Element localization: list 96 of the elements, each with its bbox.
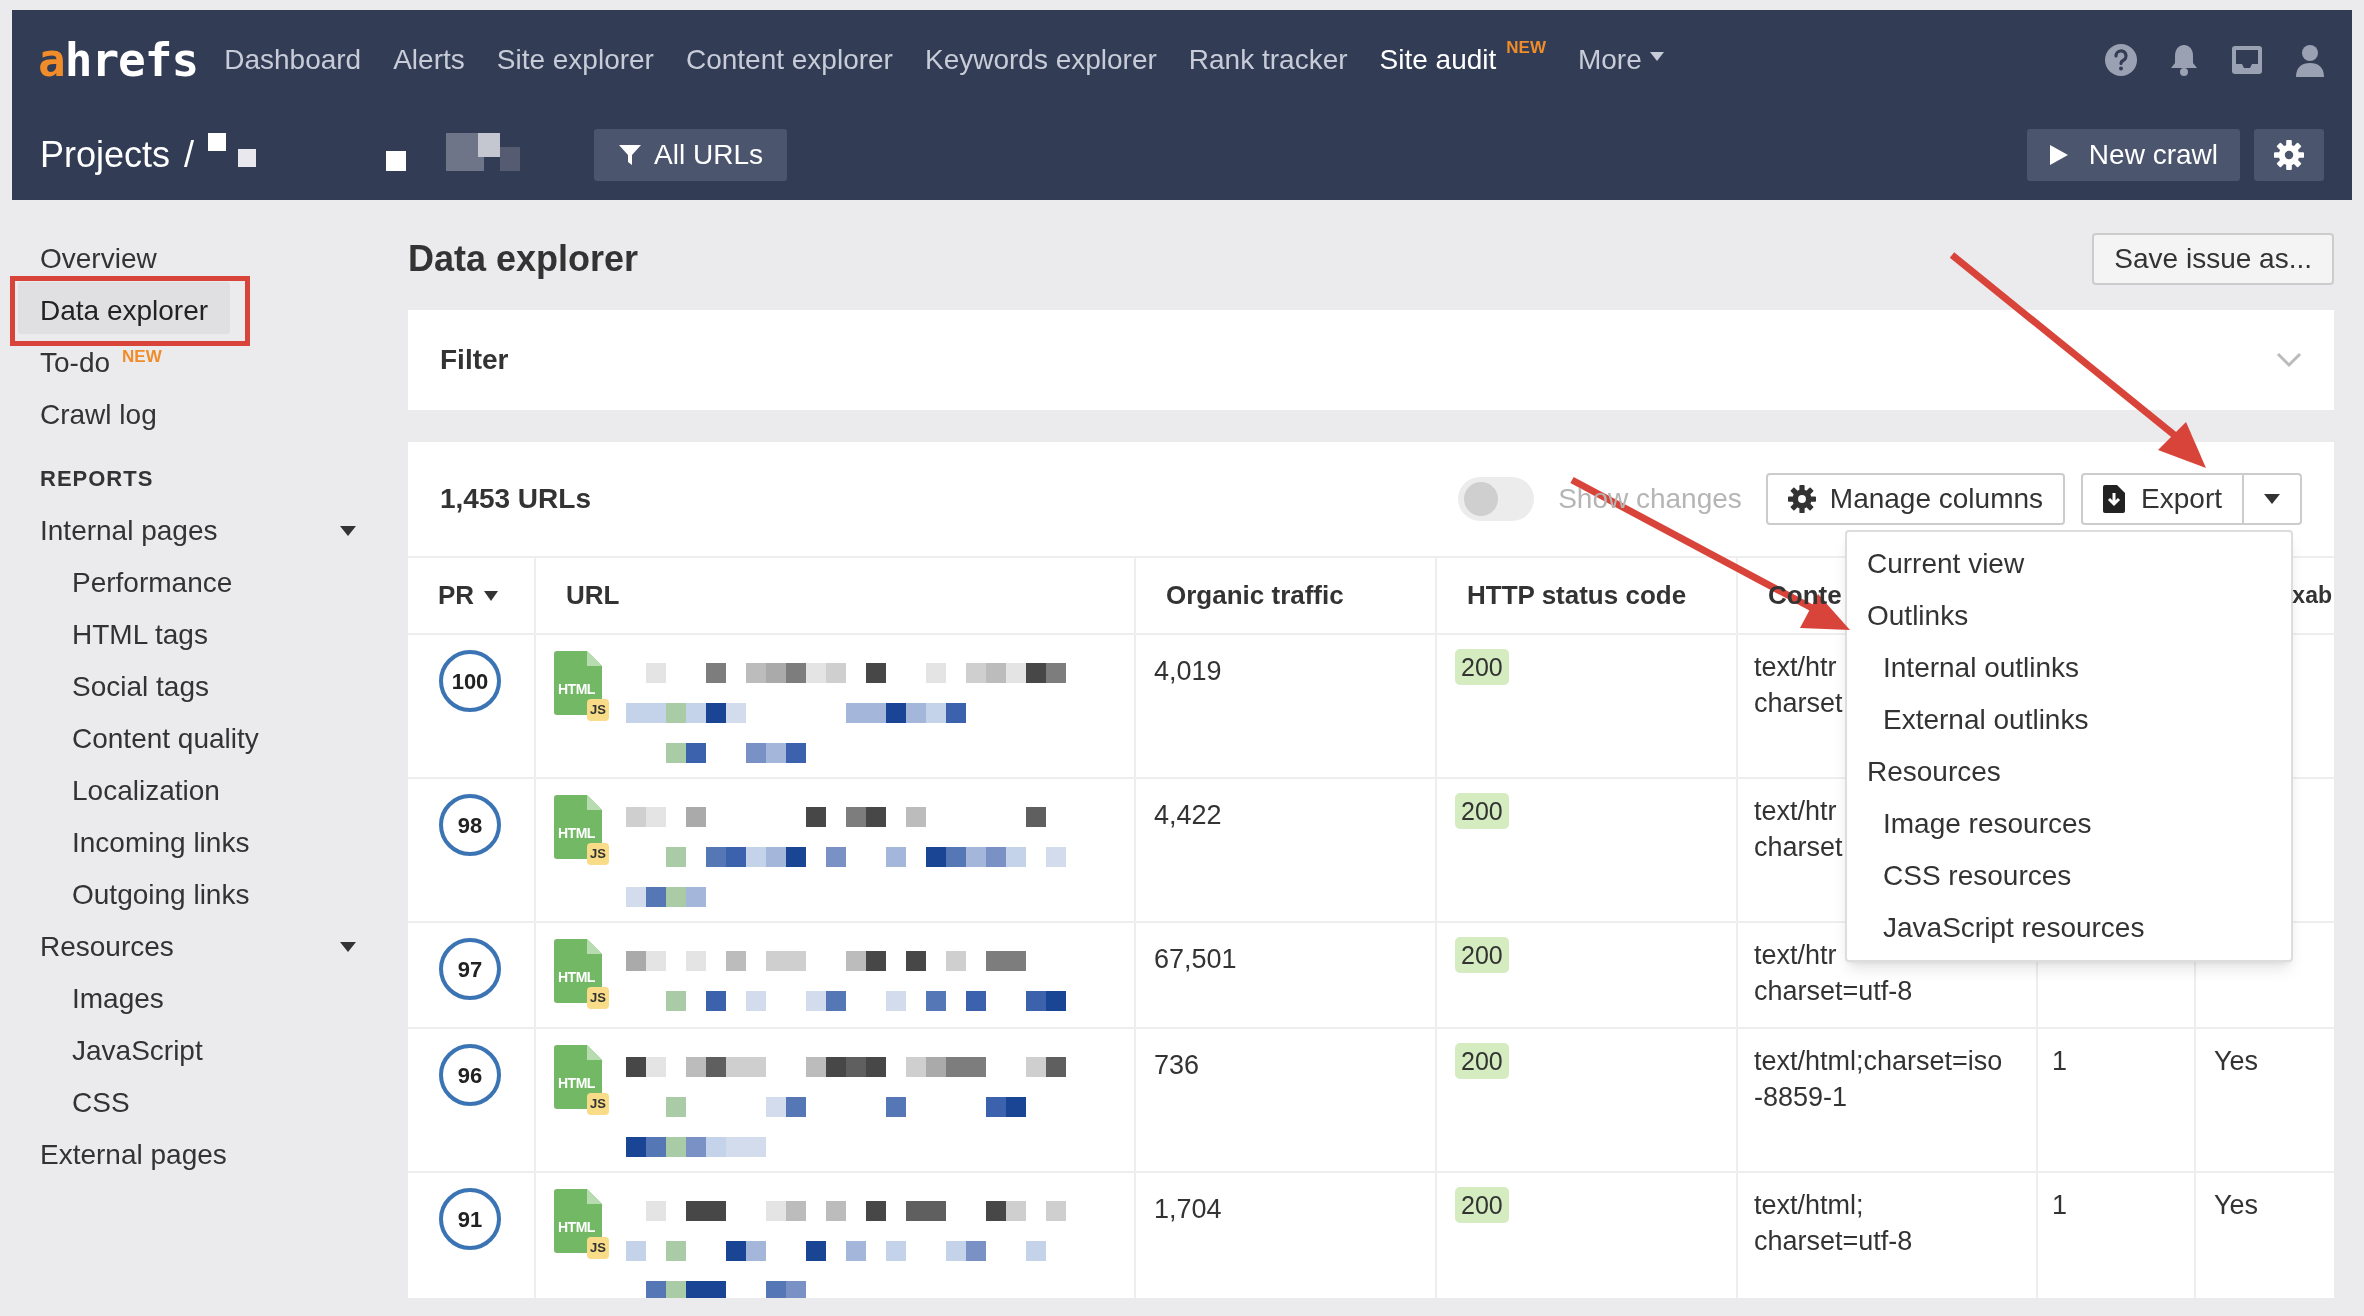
sidebar-subitem[interactable]: Social tags: [18, 661, 209, 713]
sidebar-item[interactable]: Overview: [18, 230, 179, 282]
rank-value: 100: [451, 667, 489, 696]
rank-ring: [439, 938, 501, 1000]
sidebar-subitem[interactable]: JavaScript: [18, 1025, 203, 1077]
caret-icon[interactable]: [340, 526, 356, 536]
column-header[interactable]: Organic traffic: [1166, 576, 1344, 615]
rank-ring: [439, 1188, 501, 1250]
rank-ring: [439, 1044, 501, 1106]
new-label: NEW: [1506, 37, 1546, 59]
table-cell: 1,704: [1154, 1194, 1222, 1224]
settings-icon: [2274, 140, 2304, 170]
gear-icon: [1787, 485, 1816, 513]
table-cell: Yes: [2214, 1190, 2259, 1220]
filter-button[interactable]: All URLs: [594, 129, 787, 181]
breadcrumb-link[interactable]: Projects: [40, 128, 171, 182]
column-header[interactable]: xab: [2292, 578, 2332, 613]
filter-label: Filter: [440, 343, 509, 377]
sidebar-item[interactable]: Crawl log: [18, 386, 179, 438]
table-cell: 67,501: [1154, 944, 1237, 974]
export-dropdown-button[interactable]: [2244, 473, 2302, 525]
sidebar-subitem[interactable]: Outgoing links: [18, 869, 250, 921]
nav-link[interactable]: Rank tracker: [1188, 39, 1348, 81]
table-cell-text: text/htr charset: [1754, 795, 1843, 864]
section-heading: REPORTS: [39, 465, 155, 493]
url-count: 1,453 URLs: [440, 482, 591, 516]
nav-link[interactable]: More: [1577, 39, 1664, 81]
menu-item[interactable]: Outlinks: [1847, 590, 2291, 642]
sidebar-subitem[interactable]: Incoming links: [18, 817, 250, 869]
column-header[interactable]: PR: [438, 576, 499, 615]
table-cell-text: text/html;charset=iso -8859-1: [1754, 1045, 2003, 1114]
caret-icon: [1649, 52, 1664, 61]
sidebar-subitem[interactable]: Localization: [18, 765, 220, 817]
settings-button[interactable]: [2254, 129, 2324, 181]
status-badge: 200: [1455, 1043, 1509, 1079]
export-button[interactable]: Export: [2081, 473, 2244, 525]
download-icon: [2103, 485, 2126, 513]
nav-link[interactable]: Dashboard: [224, 39, 362, 81]
help-icon[interactable]: [2104, 43, 2138, 77]
nav-link[interactable]: Content explorer: [685, 39, 893, 81]
sidebar-subitem[interactable]: Content quality: [18, 713, 259, 765]
toggle-switch[interactable]: [1458, 477, 1535, 521]
save-issue-button[interactable]: Save issue as...: [2092, 233, 2334, 285]
sidebar-subitem[interactable]: Performance: [18, 557, 233, 609]
nav-link[interactable]: Site audit NEW: [1379, 39, 1546, 81]
table-cell-text: text/html; charset=utf-8: [1754, 1189, 1913, 1258]
status-badge: 200: [1455, 1187, 1509, 1223]
sidebar-subitem[interactable]: HTML tags: [18, 609, 208, 661]
sidebar-item[interactable]: External pages: [40, 1134, 227, 1176]
rank-value: 98: [457, 811, 483, 840]
logo[interactable]: ahrefs: [38, 25, 199, 95]
column-header[interactable]: HTTP status code: [1467, 576, 1687, 615]
sidebar-item[interactable]: Data explorer: [18, 282, 231, 334]
nav-link[interactable]: Alerts: [393, 39, 465, 81]
menu-item[interactable]: Current view: [1847, 538, 2291, 590]
column-header[interactable]: URL: [566, 576, 620, 615]
nav-link[interactable]: Keywords explorer: [924, 39, 1157, 81]
user-icon[interactable]: [2294, 43, 2326, 77]
status-badge: 200: [1455, 649, 1509, 685]
rank-ring: [439, 794, 501, 856]
table-cell: 4,019: [1154, 656, 1222, 686]
caret-icon[interactable]: [340, 942, 356, 952]
sidebar-item[interactable]: Internal pages: [40, 510, 218, 552]
filter-panel[interactable]: Filter: [408, 310, 2334, 410]
table-cell: 736: [1154, 1050, 1200, 1080]
status-badge: 200: [1455, 793, 1509, 829]
sidebar-subitem[interactable]: Images: [18, 973, 164, 1025]
funnel-icon: [618, 143, 643, 167]
sidebar-subitem[interactable]: CSS: [18, 1077, 130, 1129]
page-title: Data explorer: [408, 237, 639, 281]
bell-icon[interactable]: [2168, 43, 2200, 77]
rank-value: 97: [457, 955, 483, 984]
table-cell-text: text/htr charset: [1754, 651, 1843, 720]
new-label: NEW: [122, 346, 162, 368]
rank-ring: [439, 650, 501, 712]
table-cell: 1: [2052, 1046, 2068, 1076]
caret-icon: [2264, 494, 2280, 504]
menu-item[interactable]: Image resources: [1847, 798, 2291, 850]
table-cell: Yes: [2214, 1046, 2259, 1076]
table-cell: 1: [2052, 1190, 2068, 1220]
play-icon: [2048, 144, 2069, 166]
menu-item[interactable]: Resources: [1847, 746, 2291, 798]
table-cell: 4,422: [1154, 800, 1222, 830]
menu-item[interactable]: CSS resources: [1847, 850, 2291, 902]
menu-item[interactable]: Internal outlinks: [1847, 642, 2291, 694]
inbox-icon[interactable]: [2230, 44, 2264, 76]
manage-columns-button[interactable]: Manage columns: [1765, 473, 2066, 525]
rank-value: 91: [457, 1205, 483, 1234]
rank-value: 96: [457, 1061, 483, 1090]
status-badge: 200: [1455, 937, 1509, 973]
sidebar-item[interactable]: To-do NEW: [18, 334, 184, 386]
sidebar-item[interactable]: Resources: [40, 926, 174, 968]
breadcrumb-separator: /: [184, 133, 195, 177]
nav-link[interactable]: Site explorer: [496, 39, 654, 81]
new-crawl-button[interactable]: New crawl: [2026, 129, 2240, 181]
menu-item[interactable]: External outlinks: [1847, 694, 2291, 746]
